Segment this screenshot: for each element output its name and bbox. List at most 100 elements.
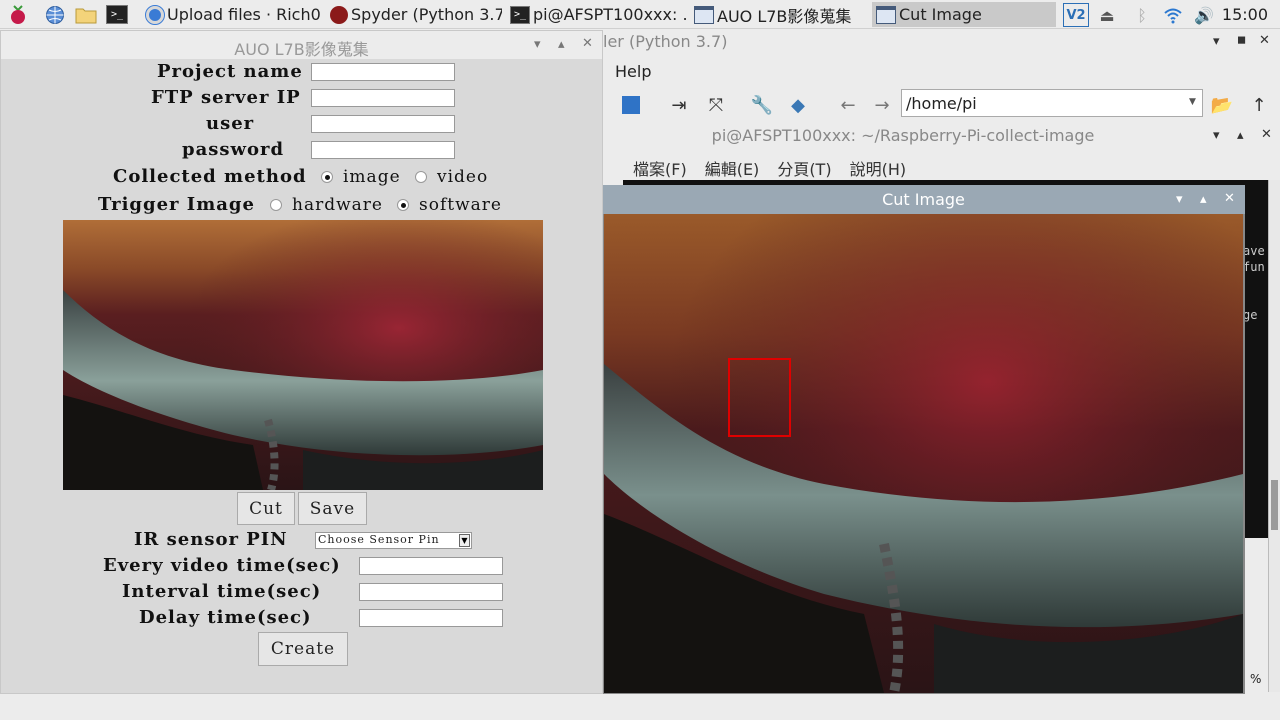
selection-rectangle[interactable] bbox=[728, 358, 791, 437]
every-video-time-input[interactable] bbox=[359, 557, 503, 575]
project-name-input[interactable] bbox=[311, 63, 455, 81]
password-input[interactable] bbox=[311, 141, 455, 159]
volume-icon[interactable]: 🔊 bbox=[1193, 4, 1215, 26]
folder-icon[interactable] bbox=[75, 4, 97, 26]
task-chromium[interactable]: Upload files · Rich0... bbox=[142, 2, 322, 27]
maximize-icon[interactable]: ▴ bbox=[1200, 192, 1207, 207]
scrollbar[interactable] bbox=[1268, 180, 1280, 692]
sensor-pin-value: Choose Sensor Pin bbox=[318, 533, 440, 546]
radio-hardware-label[interactable]: hardware bbox=[292, 195, 383, 215]
task-app[interactable]: AUO L7B影像蒐集 bbox=[690, 2, 870, 27]
folder-icon[interactable]: 📂 bbox=[1211, 94, 1233, 116]
clock[interactable]: 15:00 bbox=[1222, 5, 1268, 24]
minimize-icon[interactable]: ▾ bbox=[534, 37, 541, 52]
eject-icon[interactable]: ⏏ bbox=[1096, 4, 1118, 26]
menu-edit[interactable]: 編輯(E) bbox=[705, 156, 760, 180]
ir-sensor-pin-label: IR sensor PIN bbox=[134, 529, 288, 550]
task-label: AUO L7B影像蒐集 bbox=[717, 6, 852, 26]
app-titlebar: AUO L7B影像蒐集 ▾ ▴ ✕ bbox=[1, 31, 602, 59]
app-window: AUO L7B影像蒐集 ▾ ▴ ✕ Project name FTP serve… bbox=[0, 30, 603, 694]
cut-image-window: Cut Image ▾ ▴ ✕ bbox=[602, 185, 1245, 694]
radio-hardware[interactable] bbox=[270, 199, 282, 211]
window-title: Cut Image bbox=[882, 190, 965, 209]
ftp-server-ip-label: FTP server IP bbox=[151, 87, 301, 108]
wrench-icon[interactable]: 🔧 bbox=[751, 94, 773, 116]
terminal-text: ave bbox=[1243, 244, 1265, 258]
globe-icon[interactable] bbox=[44, 4, 66, 26]
save-button[interactable]: Save bbox=[298, 492, 367, 525]
window-title: AUO L7B影像蒐集 bbox=[234, 40, 369, 59]
window-icon bbox=[694, 5, 714, 24]
task-cut-image[interactable]: Cut Image bbox=[872, 2, 1056, 27]
interval-time-input[interactable] bbox=[359, 583, 503, 601]
status-text: % bbox=[1250, 672, 1262, 686]
close-icon[interactable]: ✕ bbox=[582, 36, 593, 51]
radio-video-label[interactable]: video bbox=[437, 167, 488, 187]
cut-image-titlebar: Cut Image ▾ ▴ ✕ bbox=[602, 185, 1245, 214]
maximize-icon[interactable]: ◼ bbox=[1237, 33, 1246, 46]
chromium-icon bbox=[145, 4, 165, 25]
cut-button[interactable]: Cut bbox=[237, 492, 295, 525]
collected-method-label: Collected method bbox=[113, 166, 307, 187]
task-label: Cut Image bbox=[899, 5, 982, 24]
password-label: password bbox=[182, 139, 285, 160]
menu-help[interactable]: Help bbox=[615, 62, 651, 81]
menu-tabs[interactable]: 分頁(T) bbox=[777, 156, 831, 180]
spyder-title: ler (Python 3.7) bbox=[603, 32, 728, 51]
back-arrow-icon[interactable]: ← bbox=[837, 94, 859, 116]
terminal-text: ge bbox=[1243, 308, 1258, 322]
chevron-down-icon[interactable]: ▼ bbox=[459, 534, 470, 547]
task-terminal[interactable]: >_ pi@AFSPT100xxx: ... bbox=[506, 2, 686, 27]
minimize-icon[interactable]: ▾ bbox=[1176, 192, 1183, 207]
task-label: pi@AFSPT100xxx: ... bbox=[533, 5, 686, 24]
chevron-down-icon[interactable]: ▼ bbox=[1189, 97, 1199, 107]
captured-image[interactable] bbox=[604, 214, 1243, 693]
project-name-label: Project name bbox=[157, 61, 303, 82]
maximize-icon[interactable]: ▴ bbox=[558, 37, 565, 52]
interval-time-label: Interval time(sec) bbox=[122, 581, 322, 602]
delay-time-label: Delay time(sec) bbox=[139, 607, 312, 628]
task-label: Upload files · Rich0... bbox=[167, 5, 322, 24]
user-input[interactable] bbox=[311, 115, 455, 133]
terminal-icon: >_ bbox=[510, 5, 530, 24]
close-icon[interactable]: ✕ bbox=[1224, 191, 1235, 206]
window-icon bbox=[876, 5, 896, 24]
task-spyder[interactable]: Spyder (Python 3.7) bbox=[326, 2, 502, 27]
radio-image[interactable] bbox=[321, 171, 333, 183]
radio-video[interactable] bbox=[415, 171, 427, 183]
delay-time-input[interactable] bbox=[359, 609, 503, 627]
every-video-time-label: Every video time(sec) bbox=[103, 555, 341, 576]
scrollbar-thumb[interactable] bbox=[1271, 480, 1278, 530]
bottom-strip bbox=[0, 694, 1280, 720]
radio-software-label[interactable]: software bbox=[419, 195, 502, 215]
terminal-title: pi@AFSPT100xxx: ~/Raspberry-Pi-collect-i… bbox=[711, 126, 1095, 145]
vnc-icon[interactable]: V2 bbox=[1063, 3, 1089, 27]
radio-software[interactable] bbox=[397, 199, 409, 211]
sensor-pin-select[interactable]: Choose Sensor Pin bbox=[315, 532, 472, 549]
forward-arrow-icon[interactable]: → bbox=[871, 94, 893, 116]
minimize-icon[interactable]: ▾ bbox=[1213, 128, 1220, 143]
fullscreen-icon[interactable]: ⤧ bbox=[705, 94, 727, 116]
menu-file[interactable]: 檔案(F) bbox=[633, 156, 687, 180]
python-icon[interactable]: ◆ bbox=[787, 94, 809, 116]
terminal-text: fun bbox=[1243, 260, 1265, 274]
create-button[interactable]: Create bbox=[258, 632, 348, 666]
maximize-icon[interactable]: ▴ bbox=[1237, 128, 1244, 143]
path-input[interactable]: /home/pi bbox=[901, 89, 1203, 117]
terminal-menu: 檔案(F) 編輯(E) 分頁(T) 說明(H) bbox=[633, 156, 906, 180]
bluetooth-icon[interactable]: ᛒ bbox=[1131, 4, 1153, 26]
exit-icon[interactable]: ⇥ bbox=[668, 94, 690, 116]
stop-icon[interactable] bbox=[620, 94, 642, 116]
close-icon[interactable]: ✕ bbox=[1259, 33, 1270, 48]
user-label: user bbox=[206, 113, 255, 134]
task-label: Spyder (Python 3.7) bbox=[351, 5, 502, 24]
menu-help[interactable]: 說明(H) bbox=[850, 156, 907, 180]
terminal-icon[interactable]: >_ bbox=[106, 5, 128, 24]
ftp-server-ip-input[interactable] bbox=[311, 89, 455, 107]
radio-image-label[interactable]: image bbox=[343, 167, 401, 187]
raspberry-menu-icon[interactable] bbox=[7, 4, 29, 26]
close-icon[interactable]: ✕ bbox=[1261, 127, 1272, 142]
minimize-icon[interactable]: ▾ bbox=[1213, 34, 1220, 49]
wifi-icon[interactable] bbox=[1162, 4, 1184, 26]
up-arrow-icon[interactable]: ↑ bbox=[1248, 94, 1270, 116]
